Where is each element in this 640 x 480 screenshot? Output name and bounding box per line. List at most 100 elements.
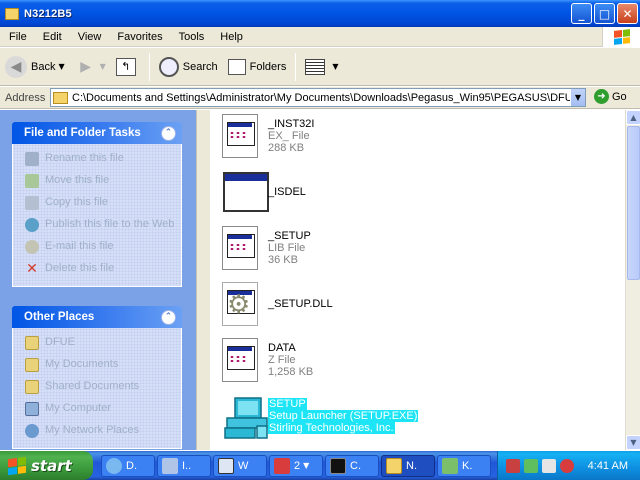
window-controls: _ □ ✕ xyxy=(571,3,638,24)
taskbar-button[interactable]: W xyxy=(213,454,267,477)
email-file-link[interactable]: E-mail this file xyxy=(25,240,175,254)
file-name: SETUP xyxy=(268,398,307,410)
internet-explorer-icon xyxy=(106,457,122,474)
publish-file-label: Publish this file to the Web xyxy=(45,218,175,230)
taskbar-button-active[interactable]: N. xyxy=(381,454,435,477)
task-pane-scrollbar[interactable] xyxy=(196,110,210,450)
place-dfue-link[interactable]: DFUE xyxy=(25,336,175,350)
file-item[interactable]: _ISDEL xyxy=(211,166,625,222)
chevron-down-icon: ▼ xyxy=(332,62,339,71)
back-arrow-icon: ◀ xyxy=(5,55,27,78)
file-item[interactable]: DATA Z File 1,258 KB xyxy=(211,334,625,390)
file-company: Stirling Technologies, Inc. xyxy=(268,422,395,434)
delete-file-link[interactable]: ✕ Delete this file xyxy=(25,262,175,276)
email-icon xyxy=(25,240,39,254)
computer-icon xyxy=(25,402,39,416)
file-folder-tasks-header[interactable]: File and Folder Tasks ⌃ xyxy=(12,122,182,144)
file-folder-tasks-box: File and Folder Tasks ⌃ Rename this file… xyxy=(12,122,182,287)
search-label: Search xyxy=(182,60,218,73)
taskbar-button-label: K. xyxy=(462,459,473,472)
publish-icon xyxy=(25,218,39,232)
start-button[interactable]: start xyxy=(0,451,93,480)
menu-favorites[interactable]: Favorites xyxy=(109,31,170,43)
program-icon xyxy=(162,457,178,474)
views-button[interactable]: ▼ xyxy=(300,51,343,83)
document-icon xyxy=(219,114,263,158)
up-folder-button[interactable]: ↰ xyxy=(111,51,145,83)
move-file-link[interactable]: Move this file xyxy=(25,174,175,188)
delete-file-label: Delete this file xyxy=(45,262,115,274)
publish-file-link[interactable]: Publish this file to the Web xyxy=(25,218,175,232)
scrollbar-thumb[interactable] xyxy=(627,126,640,280)
other-places-header[interactable]: Other Places ⌃ xyxy=(12,306,182,328)
menu-file[interactable]: File xyxy=(0,31,35,43)
file-name: _SETUP.DLL xyxy=(268,298,333,310)
menu-tools[interactable]: Tools xyxy=(171,31,213,43)
collapse-icon[interactable]: ⌃ xyxy=(161,309,176,325)
rename-file-link[interactable]: Rename this file xyxy=(25,152,175,166)
menu-view[interactable]: View xyxy=(70,31,110,43)
file-item[interactable]: ⚙ _SETUP.DLL xyxy=(211,278,625,334)
network-icon[interactable] xyxy=(506,458,520,473)
file-item[interactable]: _SETUP LIB File 36 KB xyxy=(211,222,625,278)
tray-app-icon[interactable] xyxy=(542,458,556,473)
taskbar-button[interactable]: C. xyxy=(325,454,379,477)
place-my-network-link[interactable]: My Network Places xyxy=(25,424,175,438)
move-file-label: Move this file xyxy=(45,174,110,186)
menu-edit[interactable]: Edit xyxy=(35,31,70,43)
network-icon xyxy=(25,424,39,438)
scroll-up-icon[interactable]: ▲ xyxy=(626,110,640,125)
taskbar-button[interactable]: I.. xyxy=(157,454,211,477)
taskbar-buttons: D. I.. W 2 ▼ C. N. K. xyxy=(101,454,493,477)
folders-button[interactable]: Folders xyxy=(223,51,292,83)
file-size: 1,258 KB xyxy=(268,366,314,378)
place-shared-documents-link[interactable]: Shared Documents xyxy=(25,380,175,394)
file-size: 288 KB xyxy=(268,142,305,154)
rename-file-label: Rename this file xyxy=(45,152,124,164)
chevron-down-icon[interactable]: ▼ xyxy=(100,62,106,71)
maximize-button[interactable]: □ xyxy=(594,3,615,24)
go-label: Go xyxy=(612,90,627,103)
security-icon[interactable] xyxy=(560,458,574,473)
collapse-icon[interactable]: ⌃ xyxy=(161,125,176,141)
file-list-scrollbar[interactable]: ▲ ▼ xyxy=(625,110,640,450)
address-input[interactable]: C:\Documents and Settings\Administrator\… xyxy=(50,88,586,107)
forward-button[interactable]: ▶ ▼ xyxy=(70,51,111,83)
file-name: _SETUP xyxy=(268,230,311,242)
rename-icon xyxy=(25,152,39,166)
chevron-down-icon[interactable]: ▼ xyxy=(58,62,64,71)
scroll-down-icon[interactable]: ▼ xyxy=(626,435,640,450)
minimize-button[interactable]: _ xyxy=(571,3,592,24)
menu-bar: File Edit View Favorites Tools Help xyxy=(0,27,640,47)
menu-help[interactable]: Help xyxy=(212,31,251,43)
volume-icon[interactable] xyxy=(524,458,538,473)
place-my-network-label: My Network Places xyxy=(45,424,140,436)
file-list: _INST32I EX_ File 288 KB _ISDEL _SETUP L… xyxy=(211,110,625,450)
file-item-selected[interactable]: SETUP Setup Launcher (SETUP.EXE) Stirlin… xyxy=(211,390,625,446)
forward-arrow-icon: ▶ xyxy=(80,58,92,75)
taskbar-button[interactable]: K. xyxy=(437,454,491,477)
file-item[interactable]: _INST32I EX_ File 288 KB xyxy=(211,110,625,166)
address-path: C:\Documents and Settings\Administrator\… xyxy=(72,91,586,104)
go-button[interactable]: ➜ Go xyxy=(594,89,627,104)
application-icon xyxy=(219,170,269,214)
file-type: Z File xyxy=(268,354,296,366)
chevron-down-icon[interactable]: ▼ xyxy=(570,89,585,106)
folder-icon xyxy=(53,91,68,104)
title-bar: N3212B5 _ □ ✕ xyxy=(0,0,640,27)
close-button[interactable]: ✕ xyxy=(617,3,638,24)
place-my-computer-link[interactable]: My Computer xyxy=(25,402,175,416)
window-title: N3212B5 xyxy=(24,7,72,20)
copy-file-link[interactable]: Copy this file xyxy=(25,196,175,210)
taskbar-button[interactable]: D. xyxy=(101,454,155,477)
setup-computer-icon xyxy=(224,397,268,439)
file-type: Setup Launcher (SETUP.EXE) xyxy=(268,410,419,422)
up-folder-icon: ↰ xyxy=(115,57,136,76)
taskbar-button[interactable]: 2 ▼ xyxy=(269,454,323,477)
views-icon xyxy=(305,58,326,75)
back-button[interactable]: ◀ Back ▼ xyxy=(0,51,70,83)
search-button[interactable]: Search xyxy=(154,51,223,83)
place-my-documents-link[interactable]: My Documents xyxy=(25,358,175,372)
other-places-title: Other Places xyxy=(24,311,95,323)
delete-icon: ✕ xyxy=(26,261,38,277)
